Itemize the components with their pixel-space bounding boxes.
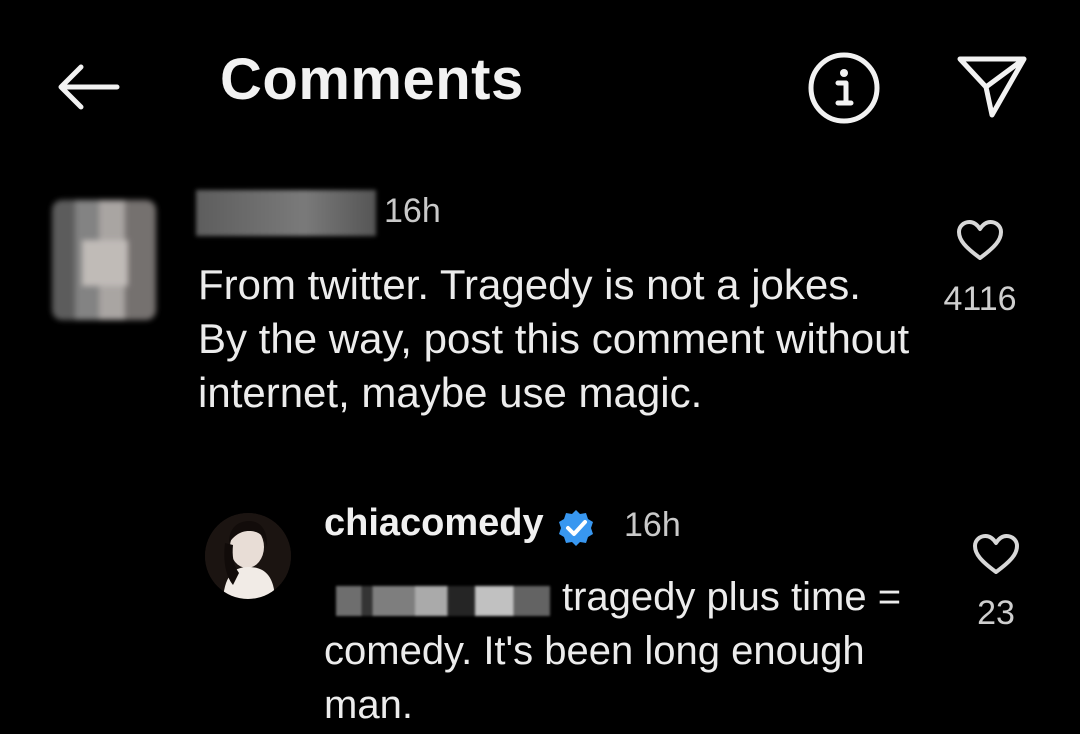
profile-photo-icon [205, 513, 291, 599]
back-button[interactable] [48, 52, 128, 122]
like-button[interactable] [966, 532, 1026, 582]
paper-plane-icon [957, 56, 1027, 118]
username[interactable]: chiacomedy [324, 502, 544, 545]
info-circle-icon [808, 52, 880, 124]
arrow-left-icon [58, 64, 120, 110]
comment-text: tragedy plus time = comedy. It's been lo… [324, 575, 902, 727]
avatar[interactable] [205, 513, 291, 599]
comments-header: Comments [0, 0, 1080, 170]
page-title: Comments [220, 47, 524, 112]
share-button[interactable] [950, 44, 1034, 128]
comment-text: From twitter. Tragedy is not a jokes. By… [198, 261, 910, 416]
avatar-redacted[interactable] [52, 200, 156, 320]
comment-time: 16h [384, 192, 441, 230]
like-button[interactable] [950, 218, 1010, 268]
comment-time: 16h [624, 506, 681, 544]
like-count: 4116 [943, 280, 1017, 318]
heart-icon [973, 534, 1019, 574]
like-count: 23 [977, 594, 1015, 632]
verified-badge-icon [556, 508, 596, 548]
info-button[interactable] [804, 48, 884, 128]
username-redacted[interactable] [196, 190, 376, 236]
heart-icon [957, 220, 1003, 260]
